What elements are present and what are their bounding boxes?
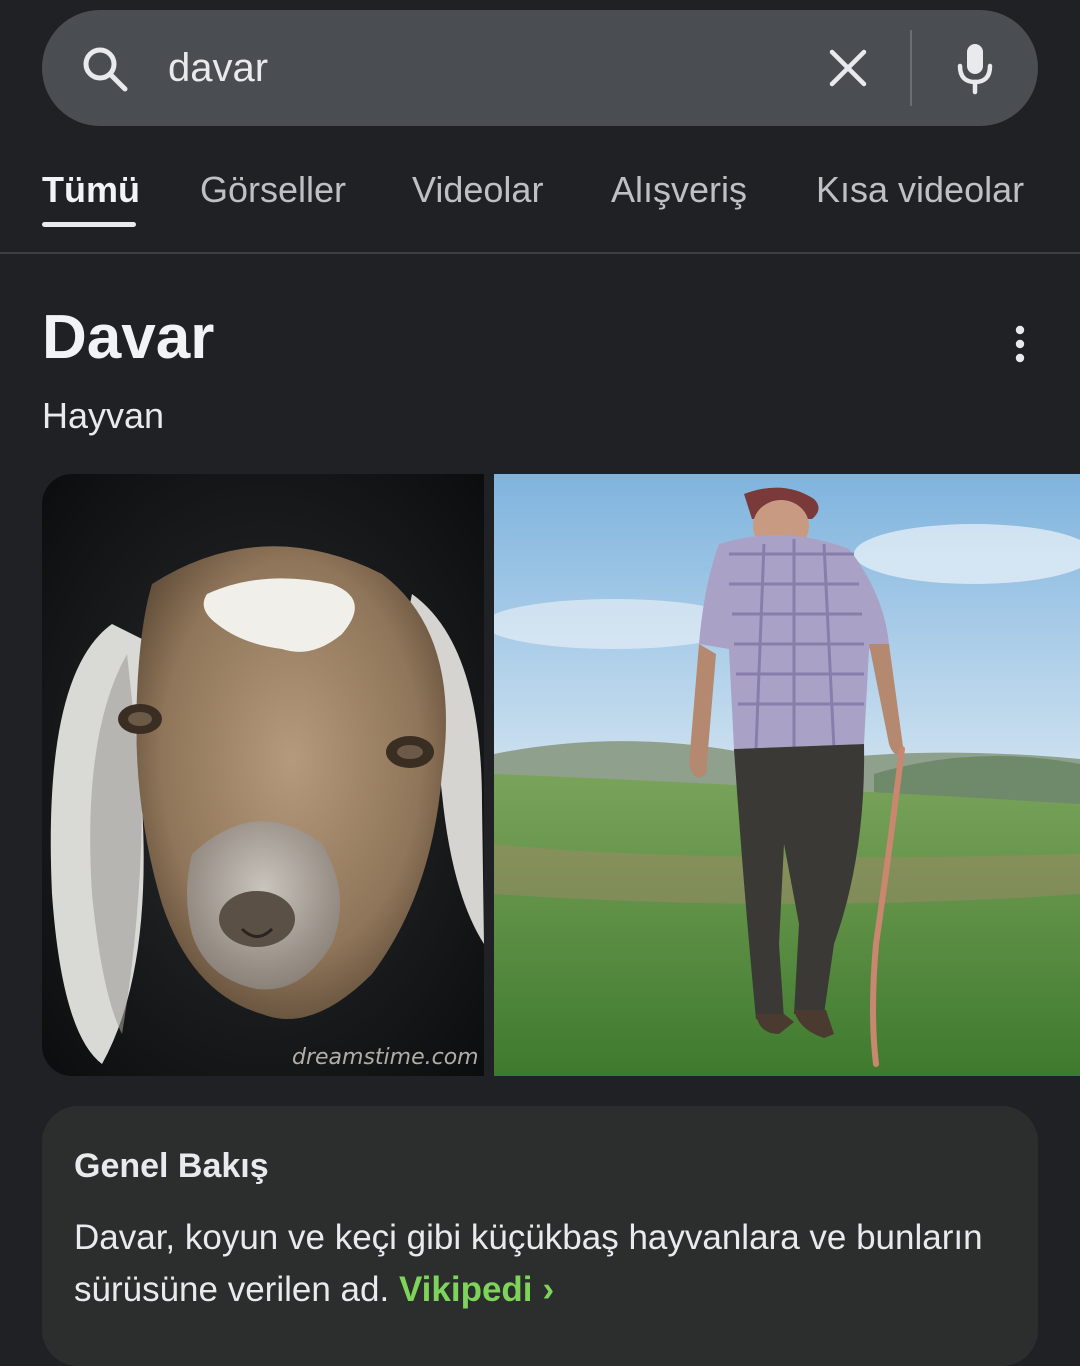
tab-videos[interactable]: Videolar <box>412 166 543 214</box>
search-tabs: Tümü Görseller Videolar Alışveriş Kısa v… <box>0 160 1080 252</box>
search-divider <box>910 30 912 106</box>
overview-card: Genel Bakış Davar, koyun ve keçi gibi kü… <box>42 1106 1038 1366</box>
active-tab-indicator <box>42 222 136 227</box>
mic-icon[interactable] <box>950 40 1000 96</box>
wikipedia-link[interactable]: Vikipedi <box>399 1270 533 1309</box>
chevron-right-icon[interactable]: › <box>543 1264 555 1316</box>
goat-image[interactable]: dreamstime.com <box>42 474 484 1076</box>
overview-heading: Genel Bakış <box>74 1147 269 1185</box>
clear-icon[interactable] <box>826 46 870 90</box>
entity-title: Davar <box>42 303 215 372</box>
tab-short-videos[interactable]: Kısa videolar <box>816 166 1024 214</box>
shepherd-image[interactable] <box>494 474 1080 1076</box>
overview-text: Davar, koyun ve keçi gibi küçükbaş hayva… <box>74 1212 1024 1316</box>
tab-all[interactable]: Tümü <box>42 166 140 214</box>
tab-images[interactable]: Görseller <box>200 166 346 214</box>
search-icon[interactable] <box>80 44 130 94</box>
tab-shopping[interactable]: Alışveriş <box>611 166 747 214</box>
watermark: dreamstime.com <box>292 1045 479 1070</box>
more-options-icon[interactable] <box>1008 322 1032 366</box>
tabs-divider <box>0 252 1080 254</box>
search-input[interactable]: davar <box>168 40 268 96</box>
entity-subtitle: Hayvan <box>42 395 165 436</box>
